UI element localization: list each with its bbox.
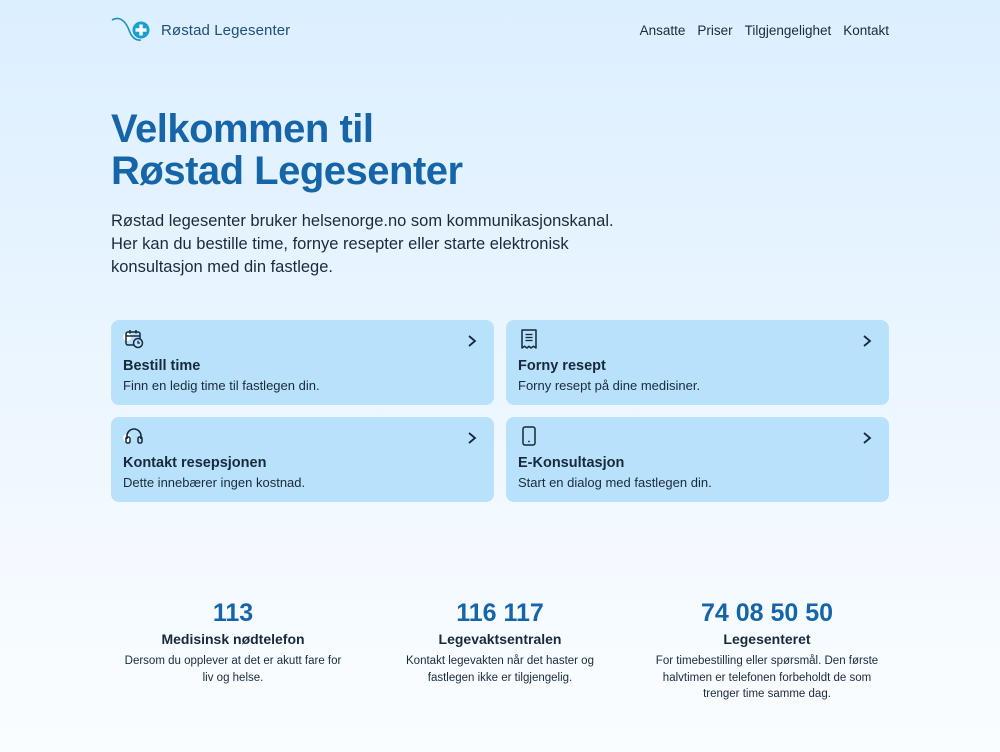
title-line-1: Velkommen til: [111, 107, 374, 151]
card-title: Forny resept: [518, 358, 606, 374]
nav-tilgjengelighet[interactable]: Tilgjengelighet: [745, 23, 832, 38]
stat-description: Kontakt legevakten når det haster og fas…: [406, 655, 594, 684]
chevron-right-icon: [863, 335, 872, 347]
phone-number[interactable]: 116 117: [355, 598, 645, 628]
logo-cross-icon: [111, 17, 150, 41]
service-cards: Bestill time Finn en ledig time til fast…: [111, 320, 889, 502]
headset-icon: [123, 428, 143, 444]
chevron-right-icon: [468, 432, 477, 444]
hero: Velkommen til Røstad Legesenter Røstad l…: [111, 108, 671, 279]
nav-priser[interactable]: Priser: [697, 23, 732, 38]
stat-description: Dersom du opplever at det er akutt fare …: [124, 655, 342, 684]
card-e-konsultasjon[interactable]: E-Konsultasjon Start en dialog med fastl…: [506, 417, 889, 502]
card-title: Kontakt resepsjonen: [123, 455, 267, 471]
card-description: Finn en ledig time til fastlegen din.: [123, 378, 320, 393]
card-forny-resept[interactable]: Forny resept Forny resept på dine medisi…: [506, 320, 889, 405]
card-description: Forny resept på dine medisiner.: [518, 378, 701, 393]
calendar-clock-icon: [123, 330, 144, 349]
card-title: Bestill time: [123, 358, 201, 374]
stat-label: Legevaktsentralen: [438, 631, 562, 647]
stat-legesenteret: 74 08 50 50 Legesenteret For timebestill…: [645, 598, 889, 703]
card-title: E-Konsultasjon: [518, 455, 625, 471]
card-description: Start en dialog med fastlegen din.: [518, 475, 712, 490]
page-title: Velkommen til Røstad Legesenter: [111, 108, 671, 192]
card-description: Dette innebærer ingen kostnad.: [123, 475, 306, 490]
stat-legevakt: 116 117 Legevaktsentralen Kontakt legeva…: [355, 598, 645, 703]
stat-label: Medisinsk nødtelefon: [161, 631, 305, 647]
hero-intro: Røstad legesenter bruker helsenorge.no s…: [111, 212, 614, 276]
brand-name: Røstad Legesenter: [161, 21, 291, 39]
nav-kontakt[interactable]: Kontakt: [843, 23, 889, 38]
tablet-icon: [522, 426, 536, 446]
site-header: Røstad Legesenter Ansatte Priser Tilgjen…: [111, 14, 889, 46]
brand-link[interactable]: Røstad Legesenter: [111, 14, 290, 46]
nav-ansatte[interactable]: Ansatte: [640, 23, 686, 38]
stat-description: For timebestilling eller spørsmål. Den f…: [655, 655, 879, 700]
title-line-2: Røstad Legesenter: [111, 149, 463, 193]
card-kontakt-resepsjonen[interactable]: Kontakt resepsjonen Dette innebærer inge…: [111, 417, 494, 502]
phone-numbers: 113 Medisinsk nødtelefon Dersom du opple…: [111, 598, 889, 703]
chevron-right-icon: [863, 432, 872, 444]
main-nav: Ansatte Priser Tilgjengelighet Kontakt: [640, 23, 889, 38]
receipt-icon: [521, 329, 537, 349]
phone-number[interactable]: 113: [111, 598, 355, 628]
card-bestill-time[interactable]: Bestill time Finn en ledig time til fast…: [111, 320, 494, 405]
phone-number[interactable]: 74 08 50 50: [645, 598, 889, 628]
stat-emergency: 113 Medisinsk nødtelefon Dersom du opple…: [111, 598, 355, 703]
chevron-right-icon: [468, 335, 477, 347]
stat-label: Legesenteret: [723, 631, 811, 647]
